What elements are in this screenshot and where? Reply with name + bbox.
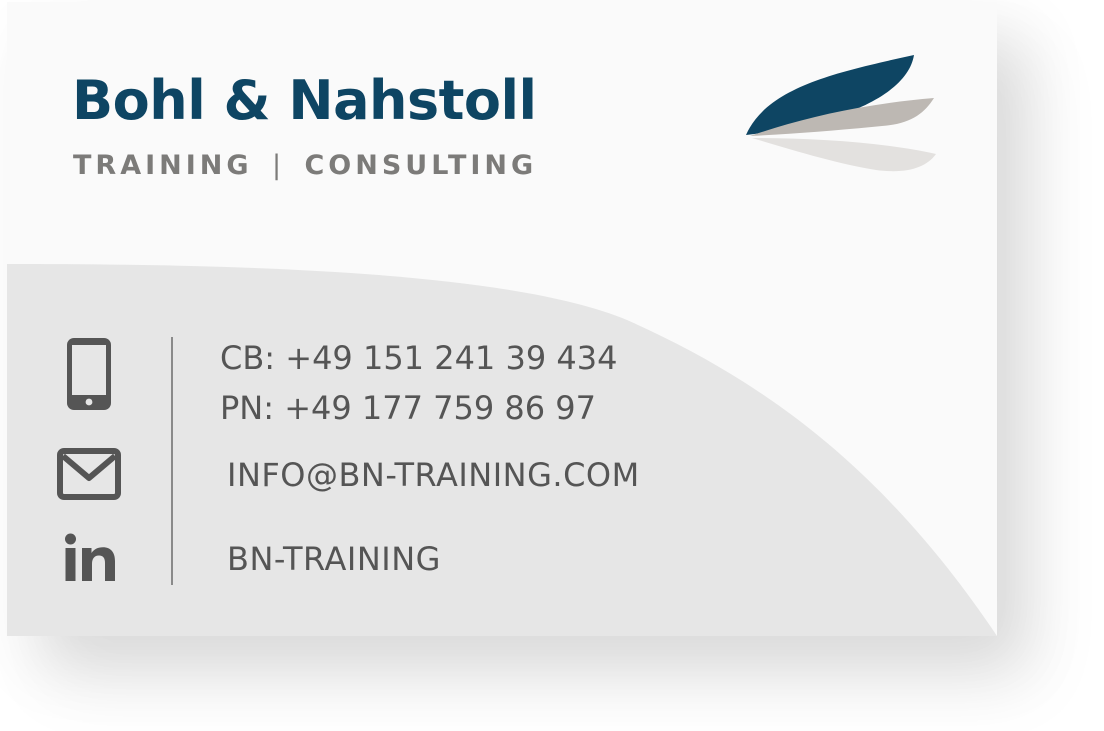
logo-mark-wings [746, 55, 936, 172]
tagline-training: TRAINING [73, 150, 253, 181]
business-card: Bohl & Nahstoll TRAINING | CONSULTING CB… [7, 2, 997, 636]
linkedin-icon [65, 533, 115, 581]
phone-number-cb: CB: +49 151 241 39 434 [220, 339, 618, 377]
company-tagline: TRAINING | CONSULTING [73, 152, 537, 179]
business-card-stage: Bohl & Nahstoll TRAINING | CONSULTING CB… [0, 0, 1104, 731]
tagline-consulting: CONSULTING [304, 150, 538, 181]
smartphone-icon [67, 338, 111, 410]
company-name: Bohl & Nahstoll [72, 69, 537, 132]
tagline-separator: | [271, 150, 282, 181]
logo-wing-light [752, 138, 936, 172]
contact-divider [171, 337, 173, 585]
envelope-icon [57, 448, 121, 500]
phone-number-pn: PN: +49 177 759 86 97 [220, 389, 596, 427]
email-address: INFO@BN-TRAINING.COM [227, 456, 640, 494]
linkedin-handle: BN-TRAINING [227, 540, 441, 578]
